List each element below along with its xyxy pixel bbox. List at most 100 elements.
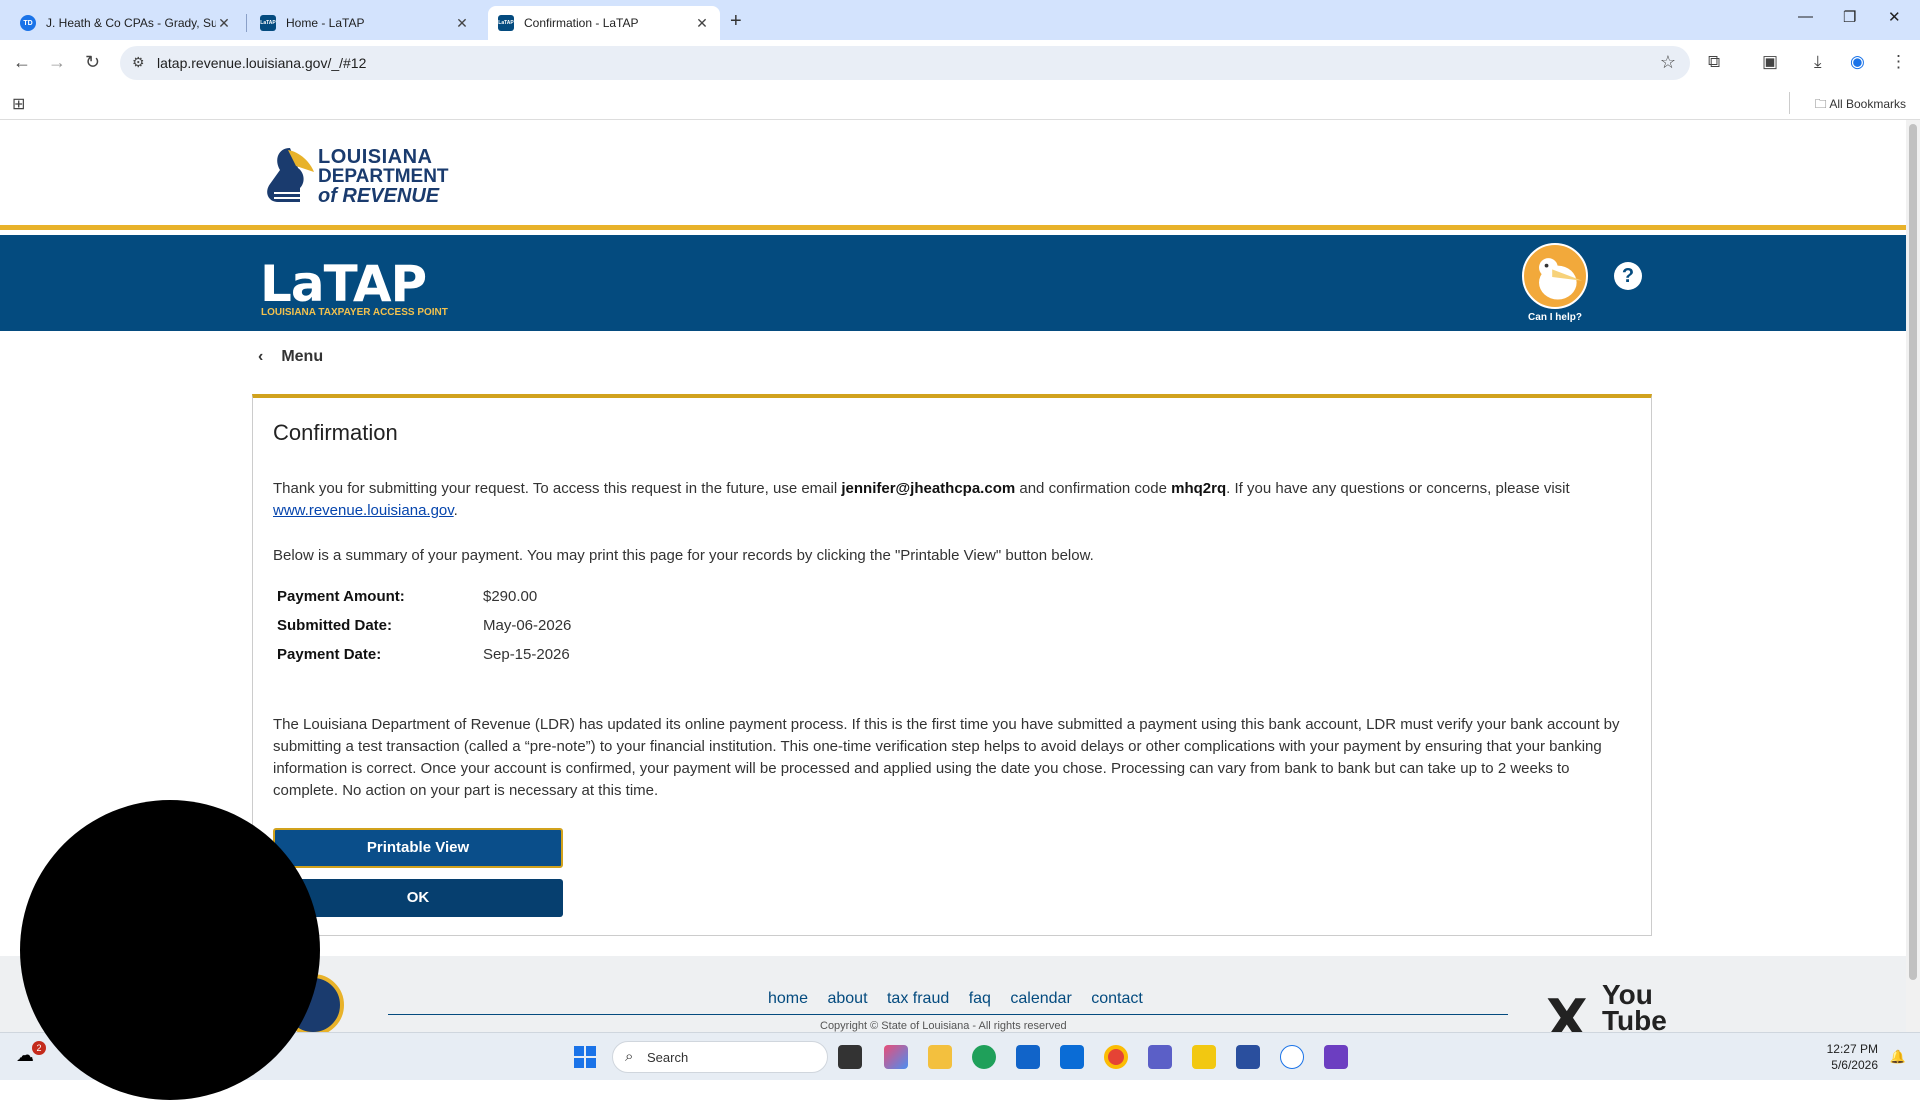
store-icon[interactable] xyxy=(1016,1045,1040,1069)
logo-line-revenue: of REVENUE xyxy=(318,185,440,207)
latap-favicon-icon: LaTAP xyxy=(260,15,276,31)
footer-link-calendar[interactable]: calendar xyxy=(1010,990,1071,1007)
confirmation-code: mhq2rq xyxy=(1171,480,1227,497)
windows-start-icon[interactable] xyxy=(574,1046,596,1068)
summary-value: $290.00 xyxy=(483,588,538,605)
revenue-website-link[interactable]: www.revenue.louisiana.gov xyxy=(273,502,454,519)
intro-text: . xyxy=(453,502,458,519)
latap-banner: LaTAP LOUISIANA TAXPAYER ACCESS POINT Ca… xyxy=(0,235,1906,331)
tab-jheath[interactable]: TD J. Heath & Co CPAs - Grady, Su ✕ xyxy=(10,6,242,40)
teams-icon[interactable] xyxy=(1148,1045,1172,1069)
can-i-help-label[interactable]: Can I help? xyxy=(1522,312,1588,323)
copyright-text: Copyright © State of Louisiana - All rig… xyxy=(820,1020,1067,1032)
tab-strip: TD J. Heath & Co CPAs - Grady, Su ✕ LaTA… xyxy=(0,0,1920,40)
outlook-icon[interactable] xyxy=(1060,1045,1084,1069)
sticky-notes-icon[interactable] xyxy=(1192,1045,1216,1069)
page-scrollbar[interactable] xyxy=(1906,120,1920,1032)
summary-row: Payment Date: Sep-15-2026 xyxy=(277,646,571,675)
all-bookmarks-button[interactable]: 🗀 All Bookmarks xyxy=(1815,95,1906,116)
restore-icon[interactable]: ❐ xyxy=(1843,8,1856,26)
youtube-social-icon[interactable]: You Tube xyxy=(1602,981,1667,1033)
apps-grid-icon[interactable]: ⊞ xyxy=(12,94,25,114)
ok-button[interactable]: OK xyxy=(273,879,563,917)
app-icon[interactable] xyxy=(1236,1045,1260,1069)
pelican-logo-icon xyxy=(267,148,314,202)
site-info-icon[interactable]: ⚙ xyxy=(132,54,145,71)
footer-link-faq[interactable]: faq xyxy=(969,990,991,1007)
file-explorer-icon[interactable] xyxy=(928,1045,952,1069)
profile-icon[interactable]: ◉ xyxy=(1850,52,1865,72)
scrollbar-thumb[interactable] xyxy=(1909,124,1917,980)
help-icon[interactable]: ? xyxy=(1614,262,1642,290)
intro-text: Thank you for submitting your request. T… xyxy=(273,480,842,497)
clock-date: 5/6/2026 xyxy=(1831,1058,1878,1072)
intro-paragraph: Thank you for submitting your request. T… xyxy=(273,478,1633,522)
extensions-icon[interactable]: ⧉ xyxy=(1708,52,1720,72)
chrome-icon[interactable] xyxy=(1104,1045,1128,1069)
search-label: Search xyxy=(647,1050,689,1065)
download-icon[interactable]: ⤓ xyxy=(1814,52,1822,72)
ldr-logo[interactable]: LOUISIANA DEPARTMENT of REVENUE xyxy=(260,144,449,207)
close-tab-icon[interactable]: ✕ xyxy=(454,15,470,32)
menu-toggle[interactable]: ‹ Menu xyxy=(258,348,323,366)
tab-home-latap[interactable]: LaTAP Home - LaTAP ✕ xyxy=(250,6,480,40)
search-icon: ⌕ xyxy=(625,1048,634,1065)
more-menu-icon[interactable]: ⋮ xyxy=(1890,52,1907,72)
chat-assistant-avatar[interactable] xyxy=(1522,243,1588,309)
printable-view-button[interactable]: Printable View xyxy=(273,828,563,868)
footer-link-about[interactable]: about xyxy=(827,990,867,1007)
new-tab-icon[interactable]: + xyxy=(730,10,742,33)
summary-row: Submitted Date: May-06-2026 xyxy=(277,617,571,646)
footer-link-home[interactable]: home xyxy=(768,990,808,1007)
notification-bell-icon[interactable]: 🔔 xyxy=(1890,1049,1906,1065)
divider xyxy=(1789,92,1790,114)
notice-paragraph: The Louisiana Department of Revenue (LDR… xyxy=(273,716,1620,799)
minimize-icon[interactable]: — xyxy=(1798,8,1813,25)
email-value: jennifer@jheathcpa.com xyxy=(841,480,1016,497)
bookmark-star-icon[interactable]: ☆ xyxy=(1660,52,1676,73)
ldr-header: LOUISIANA DEPARTMENT of REVENUE xyxy=(0,120,1906,230)
taskbar-search[interactable]: ⌕ Search xyxy=(612,1041,828,1073)
close-window-icon[interactable]: ✕ xyxy=(1888,8,1901,26)
close-tab-icon[interactable]: ✕ xyxy=(216,15,232,32)
browser-toolbar: ← → ↻ ⚙ latap.revenue.louisiana.gov/_/#1… xyxy=(0,40,1920,86)
close-tab-icon[interactable]: ✕ xyxy=(694,15,710,32)
summary-intro: Below is a summary of your payment. You … xyxy=(273,547,1094,564)
chevron-left-icon: ‹ xyxy=(258,348,264,365)
summary-label: Payment Date: xyxy=(277,646,382,663)
latap-logo[interactable]: LaTAP xyxy=(260,255,427,313)
tab-search-icon[interactable]: ▣ xyxy=(1762,52,1778,72)
summary-value: May-06-2026 xyxy=(483,617,572,634)
intro-text: and confirmation code xyxy=(1015,480,1172,497)
tab-title: Confirmation - LaTAP xyxy=(524,16,639,30)
notification-badge: 2 xyxy=(32,1041,46,1055)
task-view-icon[interactable] xyxy=(838,1045,862,1069)
pelican-mascot-icon xyxy=(1539,258,1583,300)
app-icon[interactable] xyxy=(1324,1045,1348,1069)
confirmation-card: Confirmation Thank you for submitting yo… xyxy=(252,394,1652,936)
footer-links: home about tax fraud faq calendar contac… xyxy=(768,990,1158,1008)
edge-icon[interactable] xyxy=(972,1045,996,1069)
m365-icon[interactable] xyxy=(884,1045,908,1069)
summary-label: Submitted Date: xyxy=(277,617,393,634)
footer-link-tax-fraud[interactable]: tax fraud xyxy=(887,990,949,1007)
x-social-icon[interactable]: X xyxy=(1546,988,1588,1032)
redaction-circle xyxy=(20,800,320,1100)
url-text[interactable]: latap.revenue.louisiana.gov/_/#12 xyxy=(157,55,366,71)
tab-confirmation-latap[interactable]: LaTAP Confirmation - LaTAP ✕ xyxy=(488,6,720,40)
summary-label: Payment Amount: xyxy=(277,588,405,605)
td-app-icon[interactable] xyxy=(1280,1045,1304,1069)
back-icon[interactable]: ← xyxy=(13,52,31,73)
all-bookmarks-label: All Bookmarks xyxy=(1829,97,1906,111)
reload-icon[interactable]: ↻ xyxy=(85,52,100,73)
td-favicon-icon: TD xyxy=(20,15,36,31)
footer-link-contact[interactable]: contact xyxy=(1091,990,1143,1007)
address-bar[interactable]: ⚙ latap.revenue.louisiana.gov/_/#12 ☆ xyxy=(120,46,1690,80)
summary-value: Sep-15-2026 xyxy=(483,646,570,663)
forward-icon[interactable]: → xyxy=(48,52,66,73)
payment-summary: Payment Amount: $290.00 Submitted Date: Ma… xyxy=(277,588,571,675)
system-clock[interactable]: 12:27 PM 5/6/2026 xyxy=(1827,1041,1878,1073)
page-title: Confirmation xyxy=(273,420,398,445)
tab-divider xyxy=(246,14,247,32)
tab-title: J. Heath & Co CPAs - Grady, Su xyxy=(46,16,216,30)
